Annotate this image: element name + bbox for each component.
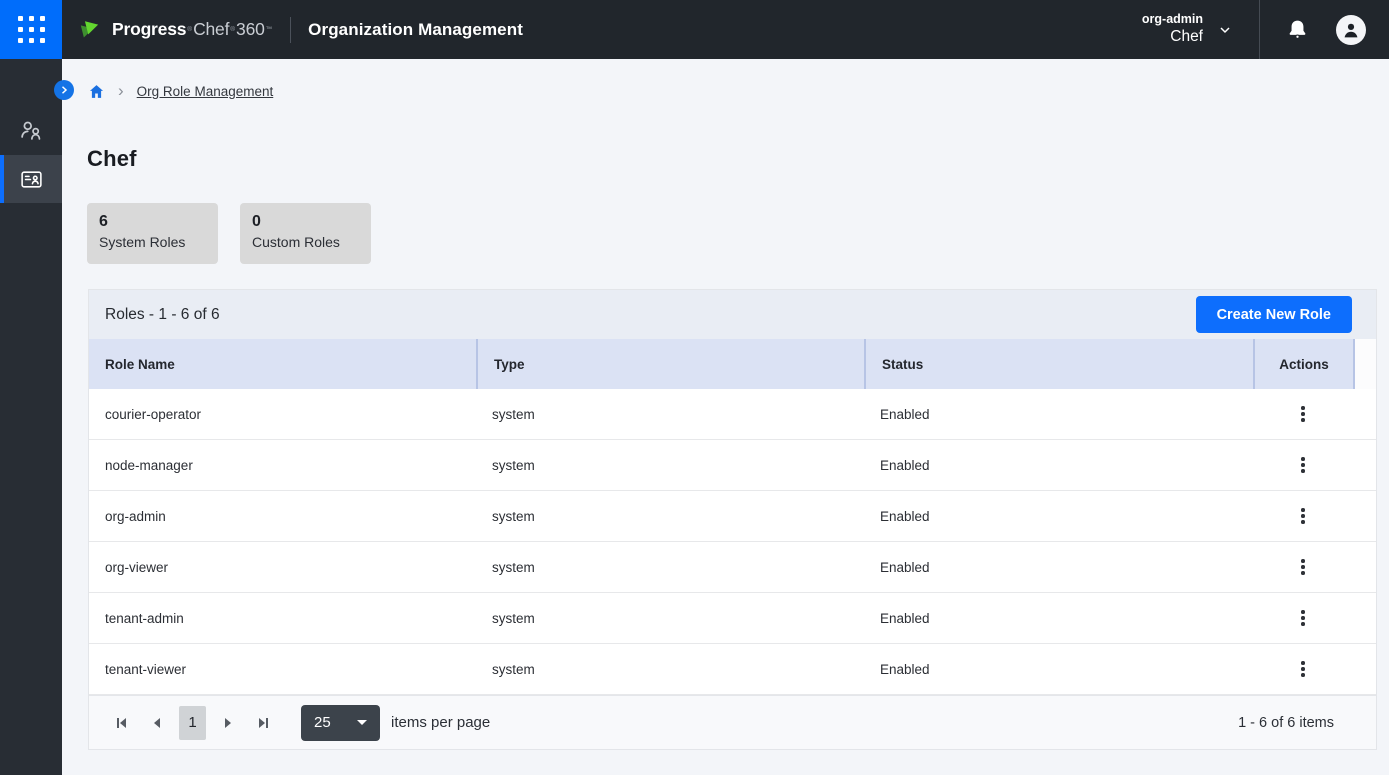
page-size-value: 25 [314, 714, 331, 731]
chevron-right-icon [58, 84, 70, 96]
roles-table-toolbar: Roles - 1 - 6 of 6 Create New Role [89, 290, 1376, 339]
role-status-cell: Enabled [864, 491, 1253, 541]
role-name-cell: tenant-viewer [89, 644, 476, 694]
role-name-cell: org-admin [89, 491, 476, 541]
header-divider [290, 17, 291, 43]
role-type-cell: system [476, 491, 864, 541]
row-actions-menu-button[interactable] [1288, 552, 1318, 582]
brand-word-360: 360 [236, 19, 265, 40]
user-role-label: org-admin [1142, 11, 1203, 28]
first-page-icon [114, 716, 128, 730]
app-title: Organization Management [308, 20, 523, 40]
breadcrumb: › Org Role Management [88, 82, 273, 101]
role-status-cell: Enabled [864, 389, 1253, 439]
roles-table-title: Roles - 1 - 6 of 6 [105, 306, 220, 324]
table-row: node-manager system Enabled [89, 440, 1376, 491]
column-header-role-name: Role Name [89, 339, 476, 389]
role-name-cell: node-manager [89, 440, 476, 490]
role-type-cell: system [476, 440, 864, 490]
role-badge-icon [19, 167, 44, 192]
role-status-cell: Enabled [864, 542, 1253, 592]
last-page-button[interactable] [247, 706, 281, 740]
header-vertical-divider [1259, 0, 1260, 59]
system-roles-label: System Roles [99, 233, 206, 253]
roles-table-card: Roles - 1 - 6 of 6 Create New Role Role … [88, 289, 1377, 750]
home-icon [88, 83, 105, 100]
role-name-cell: courier-operator [89, 389, 476, 439]
row-actions-menu-button[interactable] [1288, 399, 1318, 429]
items-per-page-label: items per page [391, 714, 490, 731]
sidebar-item-users[interactable] [0, 107, 62, 155]
column-header-status: Status [864, 339, 1253, 389]
breadcrumb-home-link[interactable] [88, 83, 105, 100]
breadcrumb-separator: › [118, 82, 124, 101]
user-org-label: Chef [1142, 27, 1203, 48]
user-org-switcher[interactable]: org-admin Chef [1142, 11, 1203, 49]
app-grid-icon [18, 16, 45, 43]
stat-card-system-roles: 6 System Roles [87, 203, 218, 264]
role-status-cell: Enabled [864, 440, 1253, 490]
column-header-actions: Actions [1253, 339, 1353, 389]
role-type-cell: system [476, 389, 864, 439]
brand-mark-2: ® [230, 26, 235, 33]
first-page-button[interactable] [104, 706, 138, 740]
stat-cards: 6 System Roles 0 Custom Roles [87, 203, 371, 264]
table-row: org-viewer system Enabled [89, 542, 1376, 593]
table-scroll-gutter [1353, 339, 1376, 389]
sidebar-expand-button[interactable] [54, 80, 74, 100]
role-status-cell: Enabled [864, 644, 1253, 694]
caret-down-icon [357, 720, 367, 725]
system-roles-count: 6 [99, 211, 206, 233]
row-actions-menu-button[interactable] [1288, 501, 1318, 531]
role-status-cell: Enabled [864, 593, 1253, 643]
brand-mark-3: ™ [266, 26, 273, 33]
sidebar-nav [0, 59, 62, 775]
last-page-icon [257, 716, 271, 730]
table-row: org-admin system Enabled [89, 491, 1376, 542]
previous-page-button[interactable] [140, 706, 174, 740]
brand-logo: Progress®Chef®360™ [78, 16, 273, 43]
pagination-range-label: 1 - 6 of 6 items [1238, 715, 1334, 731]
role-type-cell: system [476, 542, 864, 592]
breadcrumb-current-link[interactable]: Org Role Management [137, 84, 274, 99]
column-header-type: Type [476, 339, 864, 389]
chevron-down-icon[interactable] [1217, 22, 1233, 38]
page-size-dropdown[interactable]: 25 [301, 705, 380, 741]
row-actions-menu-button[interactable] [1288, 603, 1318, 633]
current-page-button[interactable]: 1 [179, 706, 206, 740]
create-new-role-button[interactable]: Create New Role [1196, 296, 1352, 333]
notifications-button[interactable] [1286, 18, 1309, 41]
previous-page-icon [150, 716, 164, 730]
bell-icon [1286, 18, 1309, 41]
row-actions-menu-button[interactable] [1288, 654, 1318, 684]
role-name-cell: org-viewer [89, 542, 476, 592]
avatar-icon [1340, 19, 1362, 41]
next-page-button[interactable] [211, 706, 245, 740]
stat-card-custom-roles: 0 Custom Roles [240, 203, 371, 264]
top-header: Progress®Chef®360™ Organization Manageme… [0, 0, 1389, 59]
brand-word-progress: Progress [112, 19, 186, 40]
pagination-bar: 1 25 items per page 1 - 6 of 6 items [89, 695, 1376, 749]
sidebar-item-org-roles[interactable] [0, 155, 62, 203]
users-icon [18, 118, 44, 144]
row-actions-menu-button[interactable] [1288, 450, 1318, 480]
custom-roles-label: Custom Roles [252, 233, 359, 253]
page-title: Chef [87, 146, 137, 172]
role-name-cell: tenant-admin [89, 593, 476, 643]
table-row: courier-operator system Enabled [89, 389, 1376, 440]
next-page-icon [221, 716, 235, 730]
brand-word-chef: Chef [193, 19, 229, 40]
brand-mark-1: ® [187, 26, 192, 33]
progress-logo-icon [78, 16, 105, 43]
role-type-cell: system [476, 644, 864, 694]
table-row: tenant-admin system Enabled [89, 593, 1376, 644]
account-menu-button[interactable] [1336, 15, 1366, 45]
custom-roles-count: 0 [252, 211, 359, 233]
table-row: tenant-viewer system Enabled [89, 644, 1376, 695]
table-header-row: Role Name Type Status Actions [89, 339, 1376, 389]
role-type-cell: system [476, 593, 864, 643]
app-launcher-button[interactable] [0, 0, 62, 59]
